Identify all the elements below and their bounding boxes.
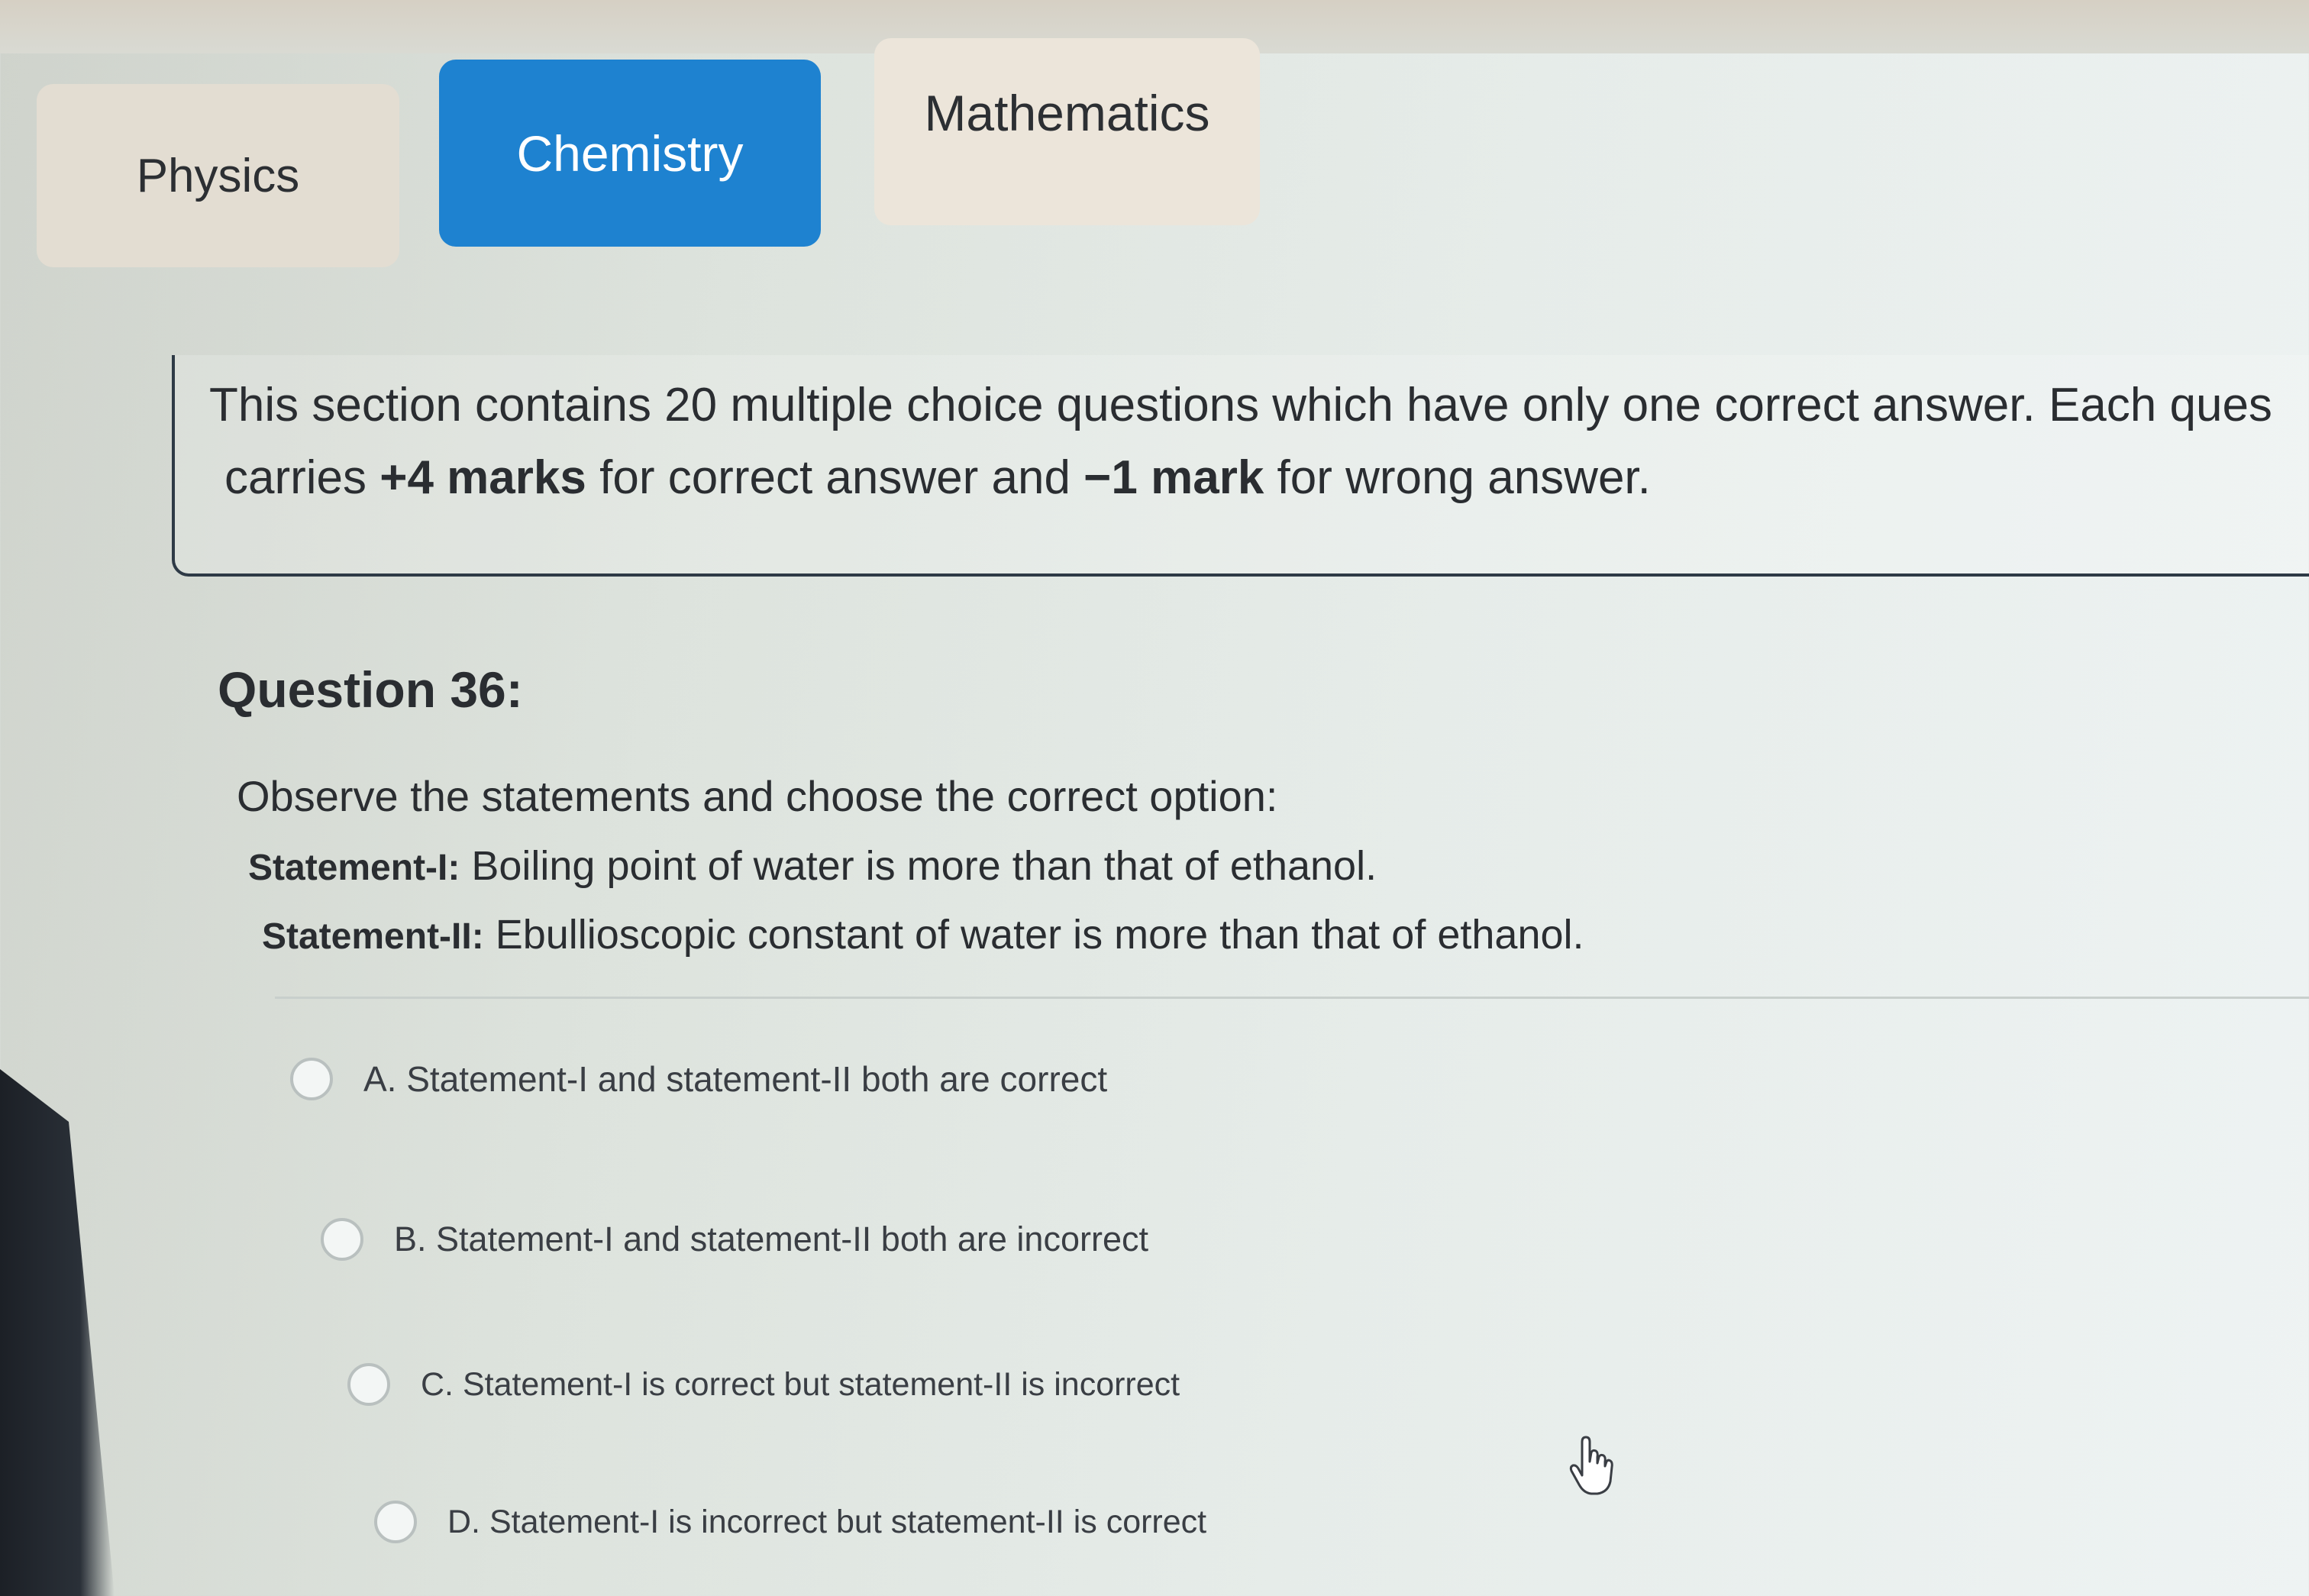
radio-unselected-icon[interactable] xyxy=(321,1218,363,1261)
negative-marks: −1 mark xyxy=(1083,451,1264,504)
statement-2: Statement-II: Ebullioscopic constant of … xyxy=(262,911,1584,958)
positive-marks: +4 marks xyxy=(379,451,586,504)
option-c[interactable]: C. Statement-I is correct but statement-… xyxy=(347,1363,1180,1406)
instructions-line-2: carries +4 marks for correct answer and … xyxy=(224,451,1651,505)
radio-unselected-icon[interactable] xyxy=(290,1058,333,1100)
statement-2-text: Ebullioscopic constant of water is more … xyxy=(483,912,1584,958)
tab-physics-label: Physics xyxy=(136,149,300,202)
question-prompt: Observe the statements and choose the co… xyxy=(237,772,1278,820)
option-a-label[interactable]: A. Statement-I and statement-II both are… xyxy=(363,1058,1107,1100)
screen-bezel xyxy=(0,1069,115,1596)
statement-1: Statement-I: Boiling point of water is m… xyxy=(248,842,1377,890)
tab-mathematics[interactable]: Mathematics xyxy=(874,38,1260,225)
instructions-middle: for correct answer and xyxy=(586,451,1084,504)
option-b-label[interactable]: B. Statement-I and statement-II both are… xyxy=(394,1220,1148,1259)
option-a[interactable]: A. Statement-I and statement-II both are… xyxy=(290,1058,1107,1100)
statement-2-label: Statement-II: xyxy=(262,916,484,957)
tab-physics[interactable]: Physics xyxy=(37,84,399,267)
section-instructions: This section contains 20 multiple choice… xyxy=(172,355,2309,577)
statement-1-label: Statement-I: xyxy=(248,848,460,888)
statement-1-text: Boiling point of water is more than that… xyxy=(460,843,1377,889)
radio-unselected-icon[interactable] xyxy=(347,1363,390,1406)
instructions-line-1: This section contains 20 multiple choice… xyxy=(209,379,2272,431)
tab-chemistry-label: Chemistry xyxy=(516,124,744,182)
tab-chemistry[interactable]: Chemistry xyxy=(439,60,821,247)
instructions-suffix: for wrong answer. xyxy=(1264,451,1651,504)
option-d[interactable]: D. Statement-I is incorrect but statemen… xyxy=(374,1501,1206,1543)
option-b[interactable]: B. Statement-I and statement-II both are… xyxy=(321,1218,1148,1261)
option-c-label[interactable]: C. Statement-I is correct but statement-… xyxy=(421,1366,1180,1404)
instructions-prefix: carries xyxy=(224,451,380,504)
question-title: Question 36: xyxy=(218,661,523,718)
option-d-label[interactable]: D. Statement-I is incorrect but statemen… xyxy=(447,1504,1206,1541)
tab-mathematics-label: Mathematics xyxy=(924,84,1210,141)
divider xyxy=(275,997,2309,999)
radio-unselected-icon[interactable] xyxy=(374,1501,417,1543)
hand-pointer-icon xyxy=(1569,1436,1613,1495)
